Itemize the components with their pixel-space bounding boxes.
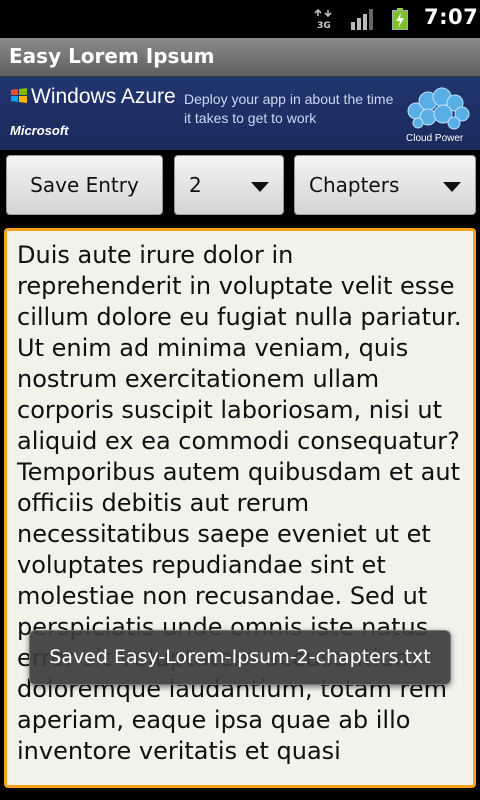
ad-copy: Deploy your app in about the time it tak… [184, 91, 394, 126]
save-entry-button[interactable]: Save Entry [6, 155, 163, 215]
dropdown-arrow-icon [443, 182, 461, 192]
app-title: Easy Lorem Ipsum [9, 44, 215, 68]
unit-spinner[interactable]: Chapters [294, 155, 476, 215]
controls-row: Save Entry 2 Chapters [0, 150, 480, 224]
network-type-label: 3G [317, 21, 331, 30]
status-bar: 3G 7:07 [0, 0, 480, 38]
app-screen: 3G 7:07 Easy Lorem Ipsum Windows Azure M… [0, 0, 480, 800]
dropdown-arrow-icon [251, 182, 269, 192]
saved-toast: Saved Easy-Lorem-Ipsum-2-chapters.txt [29, 630, 451, 685]
ad-company: Microsoft [10, 123, 69, 138]
3g-data-icon: 3G [314, 8, 332, 30]
ad-tagline: Cloud Power [406, 133, 464, 144]
ad-brand: Windows Azure [10, 85, 176, 109]
ad-brand-label: Windows Azure [31, 85, 176, 108]
count-spinner[interactable]: 2 [174, 155, 284, 215]
status-clock: 7:07 [424, 5, 479, 29]
windows-flag-icon [11, 88, 27, 103]
ad-banner[interactable]: Windows Azure Microsoft Deploy your app … [0, 77, 480, 150]
cloud-logo-icon [407, 87, 470, 130]
lorem-text: Duis aute irure dolor in reprehenderit i… [17, 241, 462, 765]
app-title-bar: Easy Lorem Ipsum [0, 38, 480, 77]
unit-spinner-value: Chapters [309, 173, 400, 197]
count-spinner-value: 2 [189, 173, 202, 197]
signal-strength-icon [351, 9, 373, 30]
lorem-text-area[interactable]: Duis aute irure dolor in reprehenderit i… [4, 228, 476, 788]
battery-charging-icon [392, 8, 408, 30]
